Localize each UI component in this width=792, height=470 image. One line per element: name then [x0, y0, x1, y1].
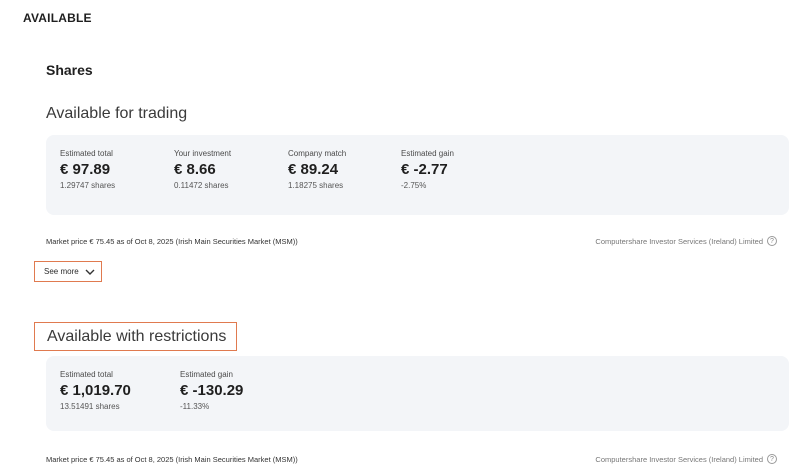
metric-shares: 1.18275 shares: [288, 181, 344, 190]
market-price-row: Market price € 75.45 as of Oct 8, 2025 (…: [46, 236, 789, 249]
metric-estimated-gain: Estimated gain € -2.77 -2.75%: [401, 149, 454, 190]
provider-text: Computershare Investor Services (Ireland…: [595, 455, 763, 464]
metric-label: Estimated total: [60, 370, 113, 379]
see-more-button[interactable]: See more: [34, 261, 102, 282]
metric-your-investment: Your investment € 8.66 0.11472 shares: [174, 149, 231, 190]
provider-text: Computershare Investor Services (Ireland…: [595, 237, 763, 246]
metric-label: Company match: [288, 149, 347, 158]
metric-label: Estimated total: [60, 149, 113, 158]
shares-heading: Shares: [46, 62, 93, 78]
metric-percent: -2.75%: [401, 181, 427, 190]
metric-estimated-total: Estimated total € 1,019.70 13.51491 shar…: [60, 370, 131, 411]
metric-estimated-total: Estimated total € 97.89 1.29747 shares: [60, 149, 115, 190]
see-more-label: See more: [44, 267, 79, 276]
restricted-summary-card: Estimated total € 1,019.70 13.51491 shar…: [46, 356, 789, 431]
metric-value: € -130.29: [180, 382, 244, 399]
question-circle-icon[interactable]: ?: [767, 454, 777, 464]
metric-label: Your investment: [174, 149, 232, 158]
section-heading: AVAILABLE: [23, 11, 92, 25]
metric-shares: 0.11472 shares: [174, 181, 229, 190]
metric-value: € -2.77: [401, 161, 448, 178]
metric-value: € 8.66: [174, 161, 216, 178]
metric-value: € 89.24: [288, 161, 339, 178]
metric-percent: -11.33%: [180, 402, 210, 411]
question-circle-icon[interactable]: ?: [767, 236, 777, 246]
metric-estimated-gain: Estimated gain € -130.29 -11.33%: [180, 370, 243, 411]
metric-shares: 13.51491 shares: [60, 402, 120, 411]
metric-label: Estimated gain: [401, 149, 454, 158]
market-price-text: Market price € 75.45 as of Oct 8, 2025 (…: [46, 455, 298, 464]
metric-label: Estimated gain: [180, 370, 233, 379]
market-price-row: Market price € 75.45 as of Oct 8, 2025 (…: [46, 454, 789, 467]
restricted-title: Available with restrictions: [34, 322, 238, 351]
market-price-text: Market price € 75.45 as of Oct 8, 2025 (…: [46, 237, 298, 246]
metric-value: € 97.89: [60, 161, 111, 178]
metric-value: € 1,019.70: [60, 382, 131, 399]
trading-title: Available for trading: [46, 105, 188, 122]
chevron-down-icon: [85, 269, 95, 275]
trading-summary-card: Estimated total € 97.89 1.29747 shares Y…: [46, 135, 789, 215]
metric-company-match: Company match € 89.24 1.18275 shares: [288, 149, 346, 190]
metric-shares: 1.29747 shares: [60, 181, 116, 190]
